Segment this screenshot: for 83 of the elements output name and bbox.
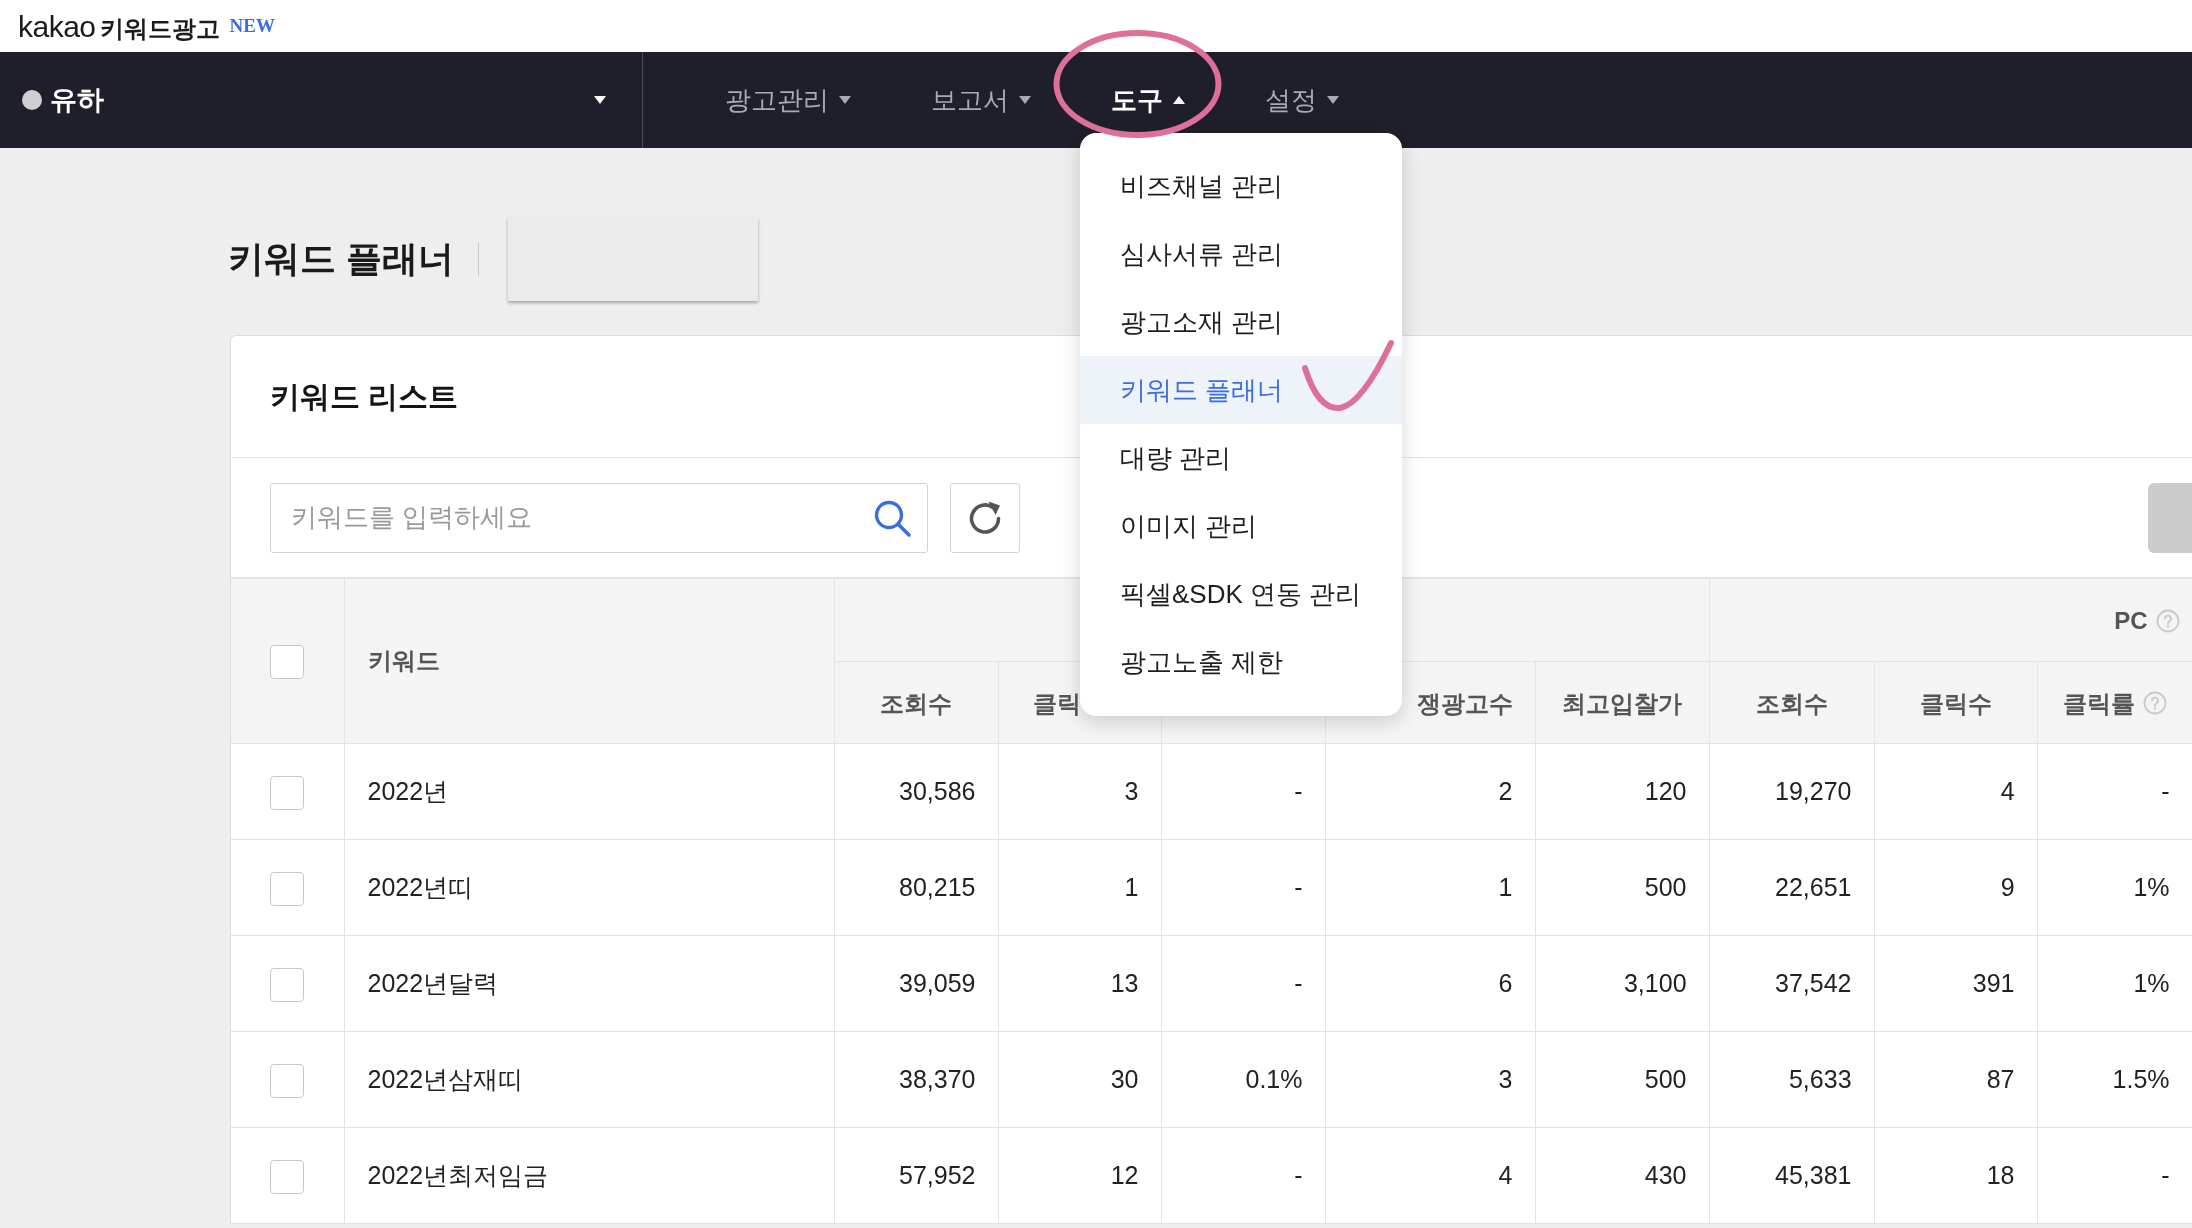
group-label: PC: [2114, 606, 2148, 634]
table-cell: 1: [998, 839, 1161, 936]
caret-icon: [1173, 96, 1185, 104]
table-cell: 3: [1325, 1031, 1535, 1128]
checkbox[interactable]: [270, 645, 305, 680]
account-selector[interactable]: 유하: [0, 52, 642, 148]
checkbox[interactable]: [270, 776, 305, 811]
column-header: 클릭수: [1919, 689, 1992, 717]
menu-item[interactable]: 광고소재 관리: [1080, 288, 1402, 356]
table-cell: 57,952: [834, 1127, 998, 1224]
search-field[interactable]: 키워드를 입력하세요: [270, 482, 928, 553]
menu-item[interactable]: 광고노출 제한: [1080, 628, 1402, 696]
cut-off-button[interactable]: [2148, 482, 2192, 553]
table-cell: 430: [1535, 1127, 1710, 1224]
refresh-button[interactable]: [950, 482, 1020, 553]
menu-button[interactable]: 설정: [1265, 80, 1339, 120]
logo[interactable]: kakao 키워드광고: [18, 3, 220, 49]
table-cell: 6: [1325, 935, 1535, 1032]
column-header: 조회수: [1755, 689, 1828, 717]
table-cell: -: [1161, 935, 1325, 1032]
table-cell: -: [1161, 839, 1325, 936]
table-cell: 5,633: [1709, 1031, 1875, 1128]
table-cell: 12: [998, 1127, 1161, 1224]
caret-icon: [1327, 96, 1339, 104]
table-cell: 500: [1535, 1031, 1710, 1128]
new-label: NEW: [229, 13, 275, 38]
table-cell: 39,059: [834, 935, 998, 1032]
table-cell: 9: [1874, 839, 2038, 936]
menu-item[interactable]: 비즈채널 관리: [1080, 152, 1402, 220]
page-title: 키워드 플래너: [228, 237, 454, 281]
keyword-cell: 2022년띠: [344, 839, 834, 936]
table-cell: 37,542: [1709, 935, 1875, 1032]
caret-icon: [1019, 96, 1031, 104]
section-title: 키워드 리스트: [270, 378, 459, 415]
table-cell: 19,270: [1709, 743, 1875, 840]
column-header: 클릭률: [2062, 689, 2135, 717]
column-header: 조회수: [880, 689, 952, 717]
table-cell: -: [1161, 1127, 1325, 1224]
table-cell: 0.1%: [1161, 1031, 1325, 1128]
menu-item[interactable]: 키워드 플래너: [1080, 356, 1402, 424]
help-icon[interactable]: [2142, 691, 2167, 716]
help-icon[interactable]: [2155, 608, 2180, 633]
menu-button[interactable]: 도구: [1111, 80, 1185, 120]
table-cell: 87: [1874, 1031, 2038, 1128]
menu-item[interactable]: 이미지 관리: [1080, 492, 1402, 560]
menu-button[interactable]: 광고관리: [725, 80, 851, 120]
checkbox[interactable]: [270, 1064, 305, 1099]
table-cell: 22,651: [1709, 839, 1875, 936]
caret-icon: [594, 96, 606, 104]
caret-icon: [839, 96, 851, 104]
checkbox[interactable]: [270, 872, 305, 907]
checkbox[interactable]: [270, 968, 305, 1003]
table-cell: 391: [1874, 935, 2038, 1032]
table-cell: 4: [1325, 1127, 1535, 1224]
table-cell: 30,586: [834, 743, 998, 840]
menu-item[interactable]: 대량 관리: [1080, 424, 1402, 492]
table-cell: 38,370: [834, 1031, 998, 1128]
table-cell: -: [1161, 743, 1325, 840]
table-cell: 2: [1325, 743, 1535, 840]
checkbox[interactable]: [270, 1160, 305, 1195]
table-cell: 4: [1874, 743, 2038, 840]
table-cell: 3: [998, 743, 1161, 840]
column-header: 쟁광고수: [1416, 689, 1513, 717]
table-cell: 500: [1535, 839, 1710, 936]
column-header: 최고입찰가: [1562, 689, 1682, 717]
table-cell: 1: [1325, 839, 1535, 936]
table-cell: 80,215: [834, 839, 998, 936]
table-cell: 30: [998, 1031, 1161, 1128]
keyword-cell: 2022년달력: [344, 935, 834, 1032]
column-header: 클릭: [1032, 689, 1081, 717]
keyword-cell: 2022년최저임금: [344, 1127, 834, 1224]
column-header: 키워드: [344, 578, 834, 744]
table-cell: 45,381: [1709, 1127, 1875, 1224]
table-cell: 3,100: [1535, 935, 1710, 1032]
table-cell: 13: [998, 935, 1161, 1032]
menu-item[interactable]: 심사서류 관리: [1080, 220, 1402, 288]
table-cell: 18: [1874, 1127, 2038, 1224]
keyword-cell: 2022년: [344, 743, 834, 840]
menu-button[interactable]: 보고서: [931, 80, 1031, 120]
table-cell: 120: [1535, 743, 1710, 840]
keyword-cell: 2022년삼재띠: [344, 1031, 834, 1128]
menu-item[interactable]: 픽셀&SDK 연동 관리: [1080, 560, 1402, 628]
status-dot-icon: [22, 90, 42, 110]
